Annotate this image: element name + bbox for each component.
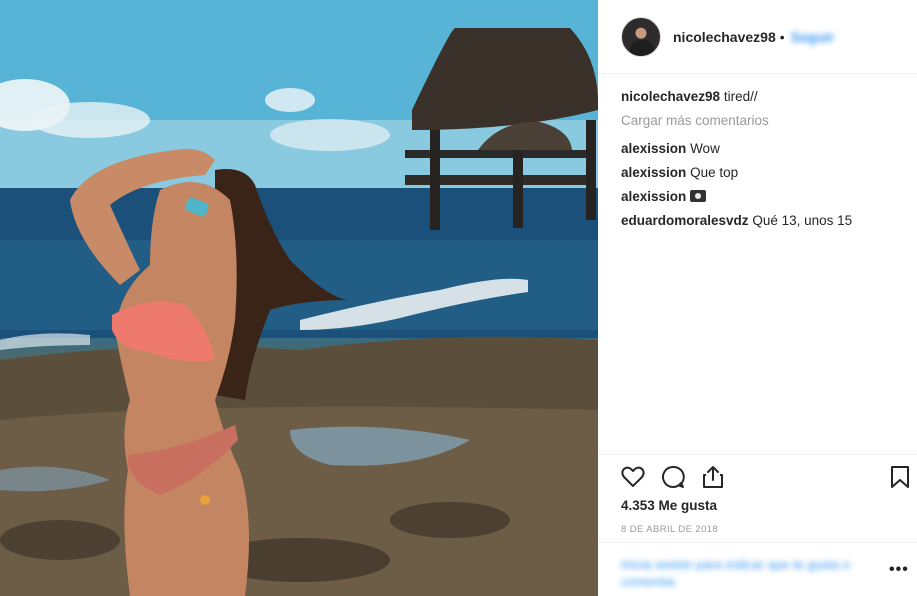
bookmark-icon[interactable] [887,464,913,490]
caption-username[interactable]: nicolechavez98 [621,89,720,104]
load-more-comments-link[interactable]: Cargar más comentarios [621,112,906,130]
beach-photo-illustration [0,0,598,596]
post-actions-bar [598,454,917,496]
likes-count[interactable]: 4.353 Me gusta [621,498,717,513]
comment-username[interactable]: alexission [621,189,686,204]
login-to-comment-text[interactable]: Inicia sesión para indicar que te gusta … [621,556,871,590]
post-header: nicolechavez98 • Seguir [598,0,917,74]
camera-emoji-icon [690,190,707,202]
heart-icon[interactable] [620,464,646,490]
header-username[interactable]: nicolechavez98 [673,29,776,45]
comment-text: Qué 13, unos 15 [752,213,853,228]
comments-list: nicolechavez98 tired// Cargar más coment… [621,88,906,236]
add-comment-section: Inicia sesión para indicar que te gusta … [598,542,917,596]
comment-username[interactable]: alexission [621,141,686,156]
comment-item: eduardomoralesvdz Qué 13, unos 15 [621,212,906,230]
caption: nicolechavez98 tired// [621,88,906,106]
comment-item: alexission Wow [621,140,906,158]
comment-bubble-icon[interactable] [660,464,686,490]
avatar[interactable] [621,16,661,57]
post-photo[interactable] [0,0,598,596]
more-options-button[interactable]: ••• [889,561,909,579]
caption-text: tired// [723,89,758,104]
comment-text: Wow [690,141,720,156]
header-separator: • [779,28,785,45]
share-icon[interactable] [700,464,726,490]
post-date: 8 DE ABRIL DE 2018 [621,524,719,535]
comment-item: alexission [621,188,906,206]
follow-button[interactable]: Seguir [791,29,835,45]
post-side-panel: nicolechavez98 • Seguir nicolechavez98 t… [598,0,917,596]
comment-text: Que top [690,165,739,180]
comment-username[interactable]: eduardomoralesvdz [621,213,749,228]
comment-username[interactable]: alexission [621,165,686,180]
comment-item: alexission Que top [621,164,906,182]
